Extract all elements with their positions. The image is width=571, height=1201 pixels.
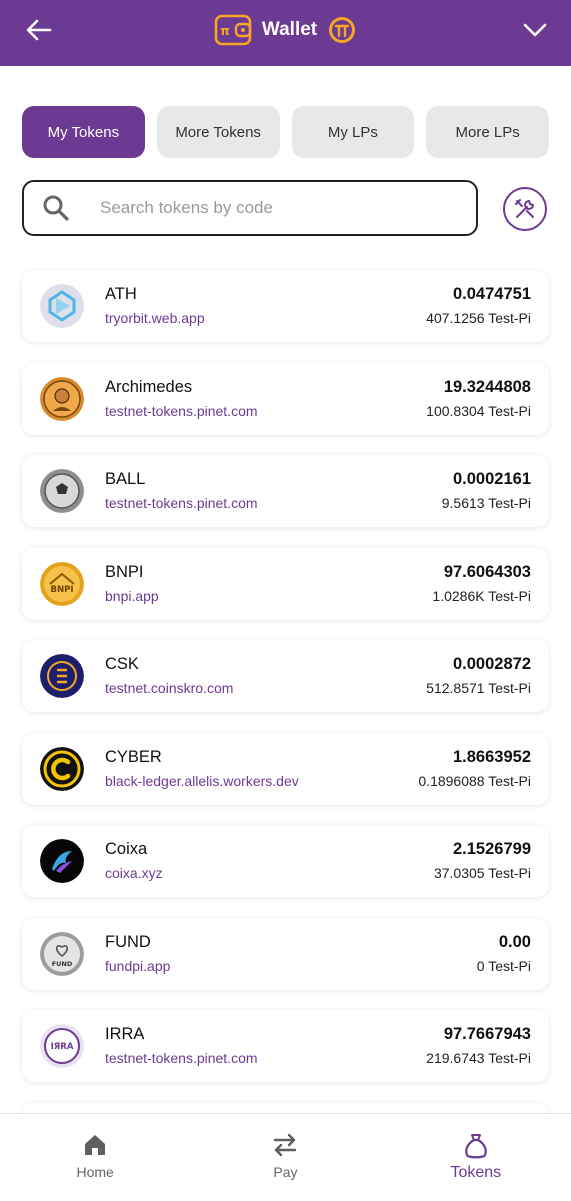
- token-code: CSK: [105, 655, 139, 673]
- token-amount: 1.8663952: [453, 747, 531, 766]
- back-arrow-icon[interactable]: [24, 15, 54, 45]
- tools-button[interactable]: [503, 187, 547, 231]
- token-amount: 0.00: [498, 932, 531, 951]
- nav-home[interactable]: Home: [0, 1114, 190, 1201]
- wallet-logo-glyph: π: [220, 24, 230, 38]
- token-value: 512.8571 Test-Pi: [426, 680, 531, 696]
- token-value: 100.8304 Test-Pi: [426, 402, 531, 419]
- cyber-token-icon: [40, 746, 84, 791]
- token-domain: testnet-tokens.pinet.com: [105, 495, 258, 511]
- token-code: FUND: [105, 932, 151, 951]
- token-row-bnpi[interactable]: BNPI BNPI bnpi.app 97.6064303 1.0286K Te…: [22, 547, 549, 620]
- token-domain: testnet-tokens.pinet.com: [105, 402, 258, 419]
- token-domain: tryorbit.web.app: [105, 310, 205, 326]
- token-value: 0 Test-Pi: [476, 957, 531, 974]
- money-bag-icon: [464, 1134, 487, 1159]
- token-code: Archimedes: [105, 377, 193, 396]
- token-amount: 2.1526799: [453, 840, 531, 858]
- token-value: 407.1256 Test-Pi: [426, 310, 531, 326]
- wrench-screwdriver-icon: [515, 199, 534, 218]
- bottom-navigation: Home Pay Tokens: [0, 1113, 571, 1201]
- nav-pay[interactable]: Pay: [190, 1114, 380, 1201]
- token-row-csk[interactable]: CSK testnet.coinskro.com 0.0002872 512.8…: [22, 640, 549, 712]
- pi-coin-icon: [329, 17, 356, 43]
- token-value: 219.6743 Test-Pi: [426, 1050, 531, 1066]
- swap-arrows-icon: [274, 1133, 297, 1157]
- ath-token-icon: [40, 284, 84, 328]
- pi-wallet-icon: π: [214, 14, 252, 46]
- token-value: 1.0286K Test-Pi: [432, 587, 531, 604]
- token-row-cyber[interactable]: CYBER black-ledger.allelis.workers.dev 1…: [22, 732, 549, 805]
- home-icon: [85, 1135, 106, 1155]
- token-amount: 97.7667943: [443, 1025, 531, 1043]
- header-title-group: π Wallet: [214, 14, 357, 46]
- token-value: 0.1896088 Test-Pi: [418, 772, 531, 789]
- token-code: BALL: [105, 470, 146, 488]
- fund-token-icon: FUND: [40, 931, 84, 976]
- nav-tokens-label: Tokens: [450, 1164, 502, 1181]
- token-domain: fundpi.app: [105, 957, 171, 974]
- tab-my-tokens[interactable]: My Tokens: [22, 106, 145, 158]
- top-app-bar: π Wallet: [0, 0, 571, 66]
- token-code: CYBER: [105, 747, 162, 766]
- token-value: 37.0305 Test-Pi: [433, 865, 531, 881]
- tab-more-tokens[interactable]: More Tokens: [156, 106, 280, 158]
- token-list: ATH tryorbit.web.app 0.0474751 407.1256 …: [22, 270, 549, 1123]
- token-domain: coixa.xyz: [105, 865, 163, 881]
- bnpi-logo-text: BNPI: [51, 585, 74, 595]
- irra-logo-text: IЯRA: [51, 1042, 74, 1052]
- ball-token-icon: [40, 469, 84, 513]
- nav-tokens[interactable]: Tokens: [381, 1114, 571, 1201]
- tab-my-lps[interactable]: My LPs: [291, 106, 415, 158]
- token-amount: 0.0474751: [453, 285, 531, 303]
- token-row-ball[interactable]: BALL testnet-tokens.pinet.com 0.0002161 …: [22, 455, 549, 527]
- search-box: [22, 180, 478, 236]
- search-icon: [43, 195, 69, 221]
- token-code: IRRA: [105, 1025, 145, 1043]
- token-amount: 0.0002872: [453, 655, 531, 673]
- archimedes-token-icon: [40, 376, 84, 421]
- token-amount: 97.6064303: [443, 562, 531, 581]
- nav-pay-label: Pay: [273, 1164, 298, 1180]
- search-input[interactable]: [98, 197, 442, 219]
- nav-home-label: Home: [76, 1164, 114, 1180]
- token-domain: testnet.coinskro.com: [105, 680, 234, 696]
- token-domain: bnpi.app: [105, 587, 159, 604]
- token-domain: testnet-tokens.pinet.com: [105, 1050, 258, 1066]
- token-code: ATH: [105, 285, 137, 303]
- csk-token-icon: [40, 654, 84, 698]
- token-row-irra[interactable]: IЯRA IRRA testnet-tokens.pinet.com 97.76…: [22, 1010, 549, 1082]
- token-value: 9.5613 Test-Pi: [441, 495, 531, 511]
- token-domain: black-ledger.allelis.workers.dev: [105, 772, 299, 789]
- token-amount: 19.3244808: [443, 377, 531, 396]
- irra-token-icon: IЯRA: [40, 1024, 84, 1068]
- coixa-token-icon: [40, 839, 84, 883]
- token-row-fund[interactable]: FUND FUND fundpi.app 0.00 0 Test-Pi: [22, 917, 549, 990]
- token-code: Coixa: [105, 840, 148, 858]
- page-title: Wallet: [261, 19, 318, 40]
- token-amount: 0.0002161: [453, 470, 531, 488]
- bnpi-token-icon: BNPI: [40, 561, 84, 606]
- fund-logo-text: FUND: [52, 960, 73, 968]
- token-row-coixa[interactable]: Coixa coixa.xyz 2.1526799 37.0305 Test-P…: [22, 825, 549, 897]
- token-row-ath[interactable]: ATH tryorbit.web.app 0.0474751 407.1256 …: [22, 270, 549, 342]
- tab-more-lps[interactable]: More LPs: [426, 106, 549, 158]
- token-tabs: My Tokens More Tokens My LPs More LPs: [22, 106, 549, 158]
- token-row-archimedes[interactable]: Archimedes testnet-tokens.pinet.com 19.3…: [22, 362, 549, 435]
- token-code: BNPI: [105, 562, 144, 581]
- chevron-down-icon[interactable]: [521, 16, 549, 44]
